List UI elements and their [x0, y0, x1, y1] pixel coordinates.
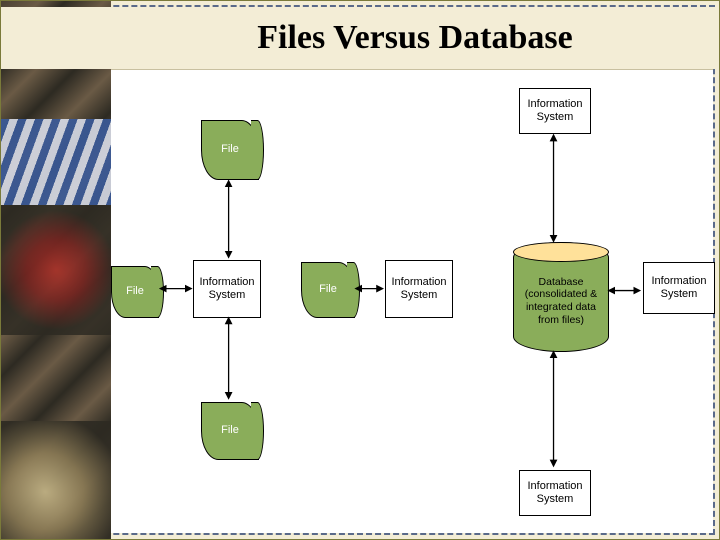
info-system-label: Information System [390, 276, 448, 302]
file-label: File [126, 285, 144, 298]
info-system-top-db: Information System [519, 88, 591, 134]
file-label: File [221, 143, 239, 156]
slide: Files Versus Database File File Informat… [0, 0, 720, 540]
file-label: File [319, 283, 337, 296]
info-system-label: Information System [198, 276, 256, 302]
info-system-label: Information System [648, 275, 710, 301]
info-system-label: Information System [524, 98, 586, 124]
file-label: File [221, 424, 239, 437]
file-node-bottom: File [201, 402, 259, 460]
info-system-right-db: Information System [643, 262, 715, 314]
file-node-top: File [201, 120, 259, 180]
diagram-canvas: File File Information System File Inform… [111, 69, 713, 533]
info-system-bottom-db: Information System [519, 470, 591, 516]
file-node-right: File [301, 262, 355, 318]
decorative-side-image [1, 1, 111, 539]
info-system-center: Information System [193, 260, 261, 318]
database-node: Database (consolidated & integrated data… [513, 242, 609, 352]
info-system-label: Information System [524, 480, 586, 506]
decorative-ribbon [1, 119, 111, 205]
slide-title: Files Versus Database [1, 19, 719, 57]
title-bar: Files Versus Database [1, 7, 719, 69]
database-label: Database (consolidated & integrated data… [520, 276, 602, 326]
file-node-left: File [111, 266, 159, 318]
info-system-right: Information System [385, 260, 453, 318]
